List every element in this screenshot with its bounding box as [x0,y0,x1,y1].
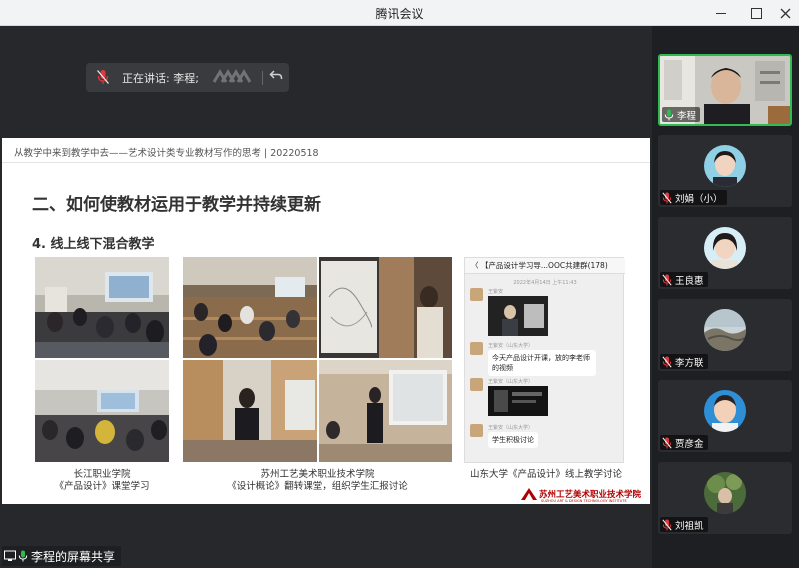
participant-avatar [704,145,746,187]
participant-tile-liuzukai[interactable]: 刘祖凯 [658,462,792,534]
screen-share-area: 正在讲话: 李程; 从教学中来到教学中去——艺术设计类专业教材写作的思考 | 2… [0,26,652,568]
participant-list: 李程 刘娟（小） 王良惠 李方联 贾彦金 刘祖凯 [652,26,799,568]
muted-mic-icon [662,436,672,449]
wechat-group-screenshot: 〈 【产品设计学习导...OOC共建群(178) 2022年4月14日 上午11… [464,257,625,463]
speaking-indicator: 正在讲话: 李程; [86,63,289,92]
muted-mic-icon [662,518,672,531]
meeting-window: 腾讯会议 正在讲话: 李程; 从教学中来到教学中去——艺术设计类专业教材写作的思… [0,0,799,568]
mic-on-icon [18,550,28,562]
back-arrow-icon [269,70,283,79]
presentation-slide: 从教学中来到教学中去——艺术设计类专业教材写作的思考 | 20220518 二、… [2,138,650,504]
participant-tile-jiayanjin[interactable]: 贾彦金 [658,380,792,452]
participant-nametag: 李程 [662,107,701,122]
muted-mic-icon [662,355,672,368]
muted-mic-icon [97,70,109,84]
participant-name: 王良惠 [675,275,704,287]
participant-nametag: 刘娟（小） [660,190,727,205]
participant-name: 刘娟（小） [675,193,723,205]
close-button[interactable] [771,0,799,26]
logo-english: SUZHOU ART & DESIGN TECHNOLOGY INSTITUTE [541,499,627,503]
maximize-button[interactable] [742,0,770,26]
muted-mic-icon [662,273,672,286]
caption-line: 《产品设计》课堂学习 [54,481,150,492]
caption-line: 苏州工艺美术职业技术学院 [260,469,375,480]
chat-image-thumbnail [488,386,548,416]
participant-tile-wanglianghui[interactable]: 王良惠 [658,217,792,289]
sender-name: 王紫安 [488,289,504,295]
collapse-button[interactable] [267,68,285,86]
classroom-photo-1 [35,257,169,358]
participant-name: 李程 [677,110,697,122]
chat-timestamp: 2022年4月14日 上午11:43 [513,280,577,286]
blurred-names-icon [212,69,252,83]
participant-name: 李方联 [675,357,704,369]
sender-avatar [470,288,483,301]
participant-nametag: 贾彦金 [660,435,708,450]
speaking-text: 正在讲话: 李程; [122,72,199,85]
sender-name: 王紫安（山东大学） [488,379,534,385]
close-icon [780,8,790,18]
participant-nametag: 王良惠 [660,272,708,287]
slide-heading: 二、如何使教材运用于教学并持续更新 [32,195,321,215]
teacher-speaking-photo [183,360,317,462]
pill-divider [262,71,263,85]
classroom-photo-2 [35,360,169,462]
student-presenting-photo [319,257,452,358]
chat-message-2: 学生积极讨论 [488,432,538,448]
caption-line: 长江职业学院 [73,469,131,480]
sender-avatar [470,424,483,437]
participant-nametag: 李方联 [660,354,708,369]
slide-subheading: 4. 线上线下混合教学 [32,237,155,252]
participant-tile-lichen[interactable]: 李程 [658,54,792,126]
participant-nametag: 刘祖凯 [660,517,708,532]
screen-share-label: 李程的屏幕共享 [2,546,122,566]
screen-share-owner: 李程的屏幕共享 [31,549,116,564]
student-whiteboard-photo [319,360,452,462]
logo-mark-icon [521,488,537,500]
institute-logo: 苏州工艺美术职业技术学院 SUZHOU ART & DESIGN TECHNOL… [521,487,641,503]
sender-avatar [470,342,483,355]
participant-tile-lifanglian[interactable]: 李方联 [658,299,792,371]
stair-classroom-photo [183,257,317,358]
sender-name: 王紫安（山东大学） [488,343,534,349]
minimize-button[interactable] [707,0,735,26]
participant-avatar [704,309,746,351]
sender-name: 王紫安（山东大学） [488,425,534,431]
participant-avatar [704,227,746,269]
slide-subtitle: 从教学中来到教学中去——艺术设计类专业教材写作的思考 | 20220518 [14,148,319,159]
caption-shandong: 山东大学《产品设计》线上教学讨论 [462,469,630,481]
participant-avatar [704,390,746,432]
window-title: 腾讯会议 [375,7,424,21]
chat-video-thumbnail [488,296,548,336]
sender-avatar [470,378,483,391]
screen-share-icon [4,550,16,561]
participant-name: 贾彦金 [675,438,704,450]
participant-tile-liujuan[interactable]: 刘娟（小） [658,135,792,207]
participant-avatar [704,472,746,514]
caption-line: 山东大学《产品设计》线上教学讨论 [469,469,622,480]
caption-changjiang: 长江职业学院 《产品设计》课堂学习 [35,469,169,493]
participant-name: 刘祖凯 [675,520,704,532]
slide-divider [2,162,650,163]
chat-message-1: 今天产品设计开课，放的李老师的视频 [488,350,596,376]
mic-on-icon [664,109,674,120]
muted-mic-icon [662,191,672,204]
caption-suzhou: 苏州工艺美术职业技术学院 《设计概论》翻转课堂，组织学生汇报讨论 [183,469,452,493]
chat-header: 〈 【产品设计学习导...OOC共建群(178) [465,258,625,274]
caption-line: 《设计概论》翻转课堂，组织学生汇报讨论 [227,481,408,492]
title-bar: 腾讯会议 [0,0,799,26]
